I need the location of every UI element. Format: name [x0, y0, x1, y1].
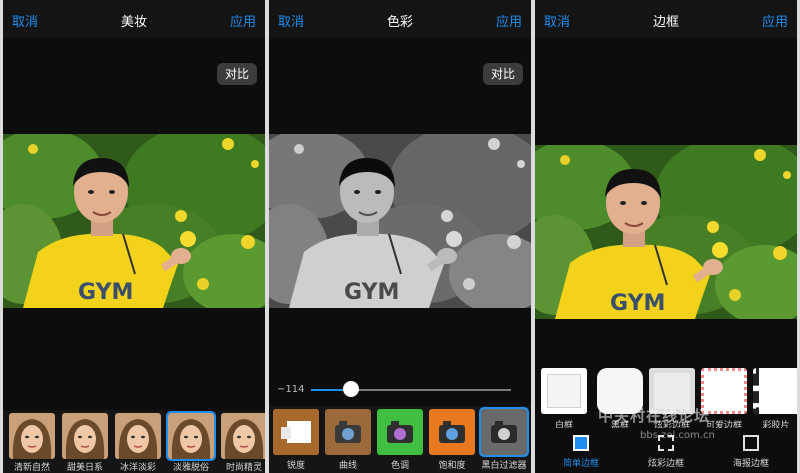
compare-button[interactable]: 对比 [217, 63, 257, 85]
tool-tone[interactable] [377, 409, 423, 455]
compare-button[interactable]: 对比 [483, 63, 523, 85]
top-bar: 取消 色彩 应用 [269, 0, 531, 38]
tool-saturation[interactable] [429, 409, 475, 455]
panel-title: 美妆 [120, 15, 147, 30]
photo-preview-bw [269, 134, 531, 308]
filter-thumb-sweet[interactable] [62, 413, 108, 459]
filter-label: 冰洋淡彩 [119, 463, 156, 473]
panel-title: 边框 [652, 15, 679, 30]
filter-thumb-fresh[interactable] [9, 413, 55, 459]
frame-film[interactable] [753, 368, 797, 414]
bw-filter-icon [481, 409, 527, 455]
tool-label: 曲线 [338, 461, 357, 471]
filter-thumb-fashion[interactable] [221, 413, 265, 459]
adjust-slider: −114 [269, 372, 531, 408]
apply-button[interactable]: 应用 [762, 11, 788, 30]
panel-title: 色彩 [386, 15, 413, 30]
slider-track[interactable] [311, 389, 511, 391]
filter-label: 清新自然 [13, 463, 50, 473]
poster-frame-icon [743, 435, 759, 451]
top-bar: 取消 美妆 应用 [3, 0, 265, 38]
tab-poster-frame[interactable]: 海报边框 [711, 428, 791, 473]
frame-white[interactable] [541, 368, 587, 414]
frame-panel: 取消 边框 应用 白框 黑框 炫彩边框 可爱边框 彩胶片 简单边框 炫彩边框 海… [535, 0, 797, 473]
top-bar: 取消 边框 应用 [535, 0, 797, 38]
tone-icon [377, 409, 423, 455]
saturation-icon [429, 409, 475, 455]
sharpness-icon [273, 409, 319, 455]
filter-thumb-elegant[interactable] [166, 411, 216, 461]
tool-label: 色调 [390, 461, 409, 471]
filter-thumb-ice[interactable] [115, 413, 161, 459]
curves-icon [325, 409, 371, 455]
tab-label: 简单边框 [562, 459, 599, 469]
makeup-panel: 取消 美妆 应用 对比 清新自然 甜美日系 冰洋淡彩 淡雅脱俗 时尚精灵 [3, 0, 265, 473]
watermark-url: bbs.zol.com.cn [640, 430, 715, 441]
filter-label: 时尚精灵 [225, 463, 262, 473]
tab-label: 炫彩边框 [647, 459, 684, 469]
tool-label: 黑白过滤器 [481, 461, 527, 471]
tool-curves[interactable] [325, 409, 371, 455]
apply-button[interactable]: 应用 [230, 11, 256, 30]
tab-simple-frame[interactable]: 简单边框 [541, 428, 621, 473]
tab-label: 海报边框 [732, 459, 769, 469]
photo-preview [3, 134, 265, 308]
tool-sharpness[interactable] [273, 409, 319, 455]
slider-knob[interactable] [343, 381, 359, 397]
filter-label: 淡雅脱俗 [172, 463, 209, 473]
watermark-text: 中关村在线论坛 [598, 407, 711, 425]
color-panel: 取消 色彩 应用 对比 −114 锐度 曲线 色调 饱和度 黑白过滤器 [269, 0, 531, 473]
slider-value: −114 [277, 384, 305, 395]
makeup-filter-strip: 清新自然 甜美日系 冰洋淡彩 淡雅脱俗 时尚精灵 [3, 410, 265, 473]
square-frame-icon [573, 435, 589, 451]
apply-button[interactable]: 应用 [496, 11, 522, 30]
color-tool-strip: 锐度 曲线 色调 饱和度 黑白过滤器 [269, 406, 531, 473]
photo-preview [535, 145, 797, 319]
filter-label: 甜美日系 [66, 463, 103, 473]
tool-label: 饱和度 [438, 461, 466, 471]
tool-bw-filter[interactable] [479, 407, 529, 457]
